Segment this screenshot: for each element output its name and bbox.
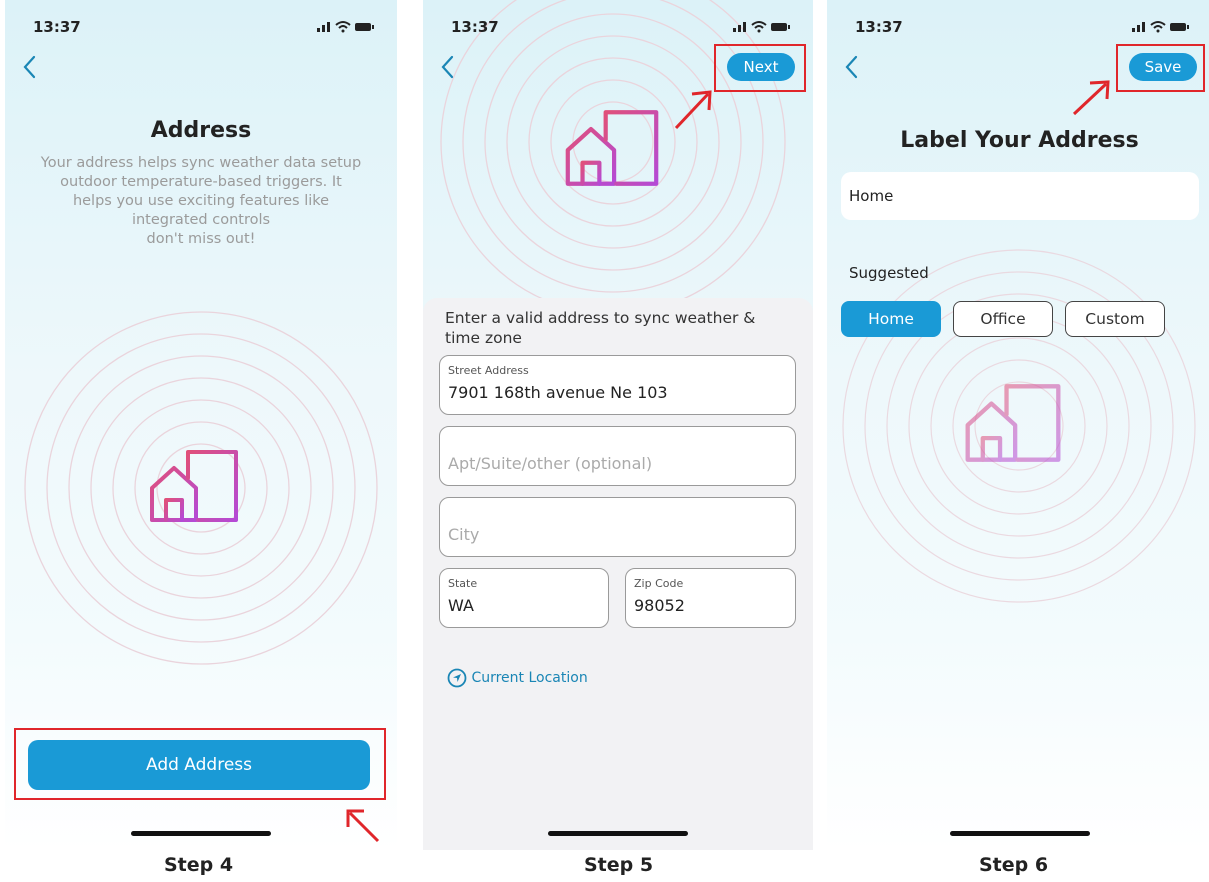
address-label-input[interactable]: Home — [841, 172, 1199, 220]
status-icons — [315, 18, 375, 37]
house-building-icon — [965, 384, 1061, 462]
red-arrow-icon — [346, 809, 380, 843]
state-value: WA — [448, 596, 474, 615]
status-time: 13:37 — [451, 18, 499, 36]
zip-code-value: 98052 — [634, 596, 685, 615]
house-building-icon — [565, 110, 659, 186]
status-time: 13:37 — [33, 18, 81, 36]
street-address-label: Street Address — [448, 364, 529, 377]
current-location-label: Current Location — [471, 670, 588, 686]
street-address-field[interactable]: Street Address 7901 168th avenue Ne 103 — [439, 355, 796, 415]
red-arrow-icon — [674, 90, 712, 130]
home-indicator — [949, 831, 1090, 836]
city-field[interactable]: City — [439, 497, 796, 557]
state-label: State — [448, 577, 478, 590]
form-instructions: Enter a valid address to sync weather & … — [445, 309, 756, 347]
city-placeholder: City — [448, 525, 480, 544]
suggested-heading: Suggested — [849, 264, 929, 282]
chip-custom[interactable]: Custom — [1065, 301, 1165, 337]
back-chevron-icon[interactable] — [841, 52, 863, 82]
status-bar: 13:37 — [5, 0, 397, 44]
status-bar: 13:37 — [423, 0, 813, 44]
apt-suite-placeholder: Apt/Suite/other (optional) — [448, 454, 653, 473]
back-chevron-icon[interactable] — [437, 52, 459, 82]
status-icons — [731, 18, 791, 37]
step5-screen: 13:37 Next Enter a valid address to sync… — [423, 0, 813, 850]
home-indicator — [131, 831, 271, 836]
step6-screen: 13:37 Save Label Your Address Home Sugge… — [827, 0, 1209, 850]
step4-screen: 13:37 Address Your address helps sync we… — [5, 0, 397, 850]
status-bar: 13:37 — [827, 0, 1209, 44]
step-label: Step 6 — [979, 854, 1049, 876]
state-field[interactable]: State WA — [439, 568, 609, 628]
current-location-button[interactable]: Current Location — [447, 668, 588, 688]
status-time: 13:37 — [855, 18, 903, 36]
highlight-box — [1116, 44, 1205, 92]
house-building-icon — [150, 450, 238, 522]
address-description: Your address helps sync weather data set… — [40, 155, 362, 247]
apt-suite-field[interactable]: Apt/Suite/other (optional) — [439, 426, 796, 486]
step-label: Step 4 — [164, 854, 234, 876]
status-icons — [1130, 18, 1190, 37]
chip-home[interactable]: Home — [841, 301, 941, 337]
back-chevron-icon[interactable] — [19, 52, 41, 82]
page-title: Address — [150, 118, 252, 143]
page-title: Label Your Address — [900, 128, 1139, 153]
zip-code-field[interactable]: Zip Code 98052 — [625, 568, 796, 628]
highlight-box — [14, 728, 386, 800]
street-address-value: 7901 168th avenue Ne 103 — [448, 383, 668, 402]
home-indicator — [548, 831, 688, 836]
red-arrow-icon — [1072, 80, 1110, 116]
location-arrow-icon — [447, 668, 467, 688]
highlight-box — [714, 44, 806, 92]
chip-office[interactable]: Office — [953, 301, 1053, 337]
zip-code-label: Zip Code — [634, 577, 684, 590]
step-label: Step 5 — [584, 854, 654, 876]
